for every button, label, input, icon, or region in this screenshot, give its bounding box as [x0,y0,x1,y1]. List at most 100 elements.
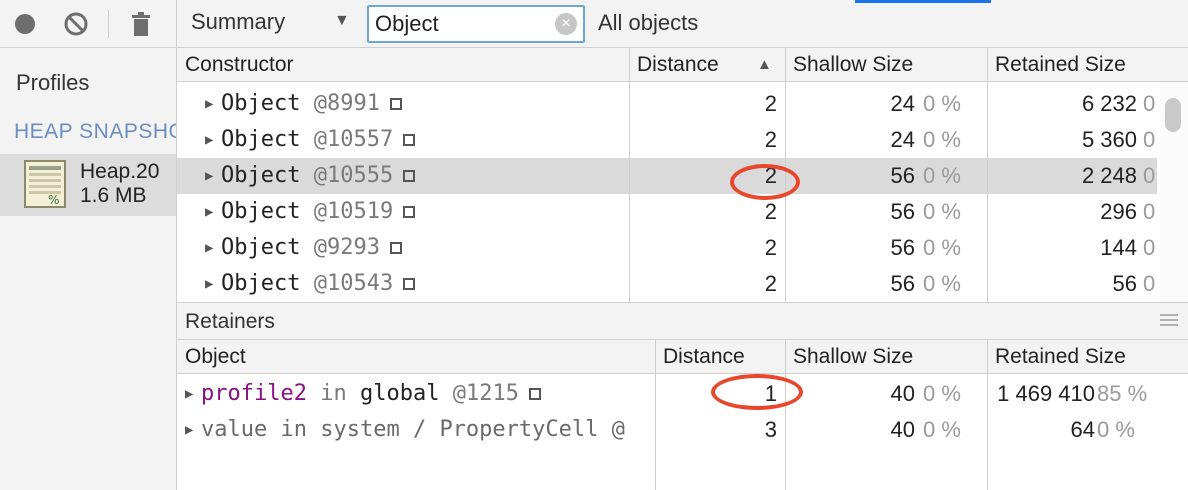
table-row[interactable]: ▶ Object @10557 2 24 0 % 5 360 0 [177,122,1157,158]
shallow-size-value: 56 [890,271,915,296]
distance-value: 2 [764,163,777,188]
object-filter-select[interactable]: All objects [598,10,698,36]
caret-down-icon[interactable]: ▼ [334,12,350,30]
main-toolbar: Summary ▼ × All objects [177,0,1188,48]
snapshot-size: 1.6 MB [80,184,147,207]
col-shallow-size[interactable]: Shallow Size [785,340,987,374]
col-distance[interactable]: Distance [655,340,785,374]
clear-filter-icon[interactable]: × [555,13,577,35]
retained-size-pct: 0 [1143,199,1156,224]
retained-size-value: 56 [1112,271,1137,296]
retainers-grid: Object Distance Shallow Size Retained Si… [177,340,1188,490]
object-name: Object [221,271,301,296]
distance-value: 2 [764,91,777,116]
expand-triangle-icon[interactable]: ▶ [185,376,201,412]
retainer-retained: 64 [1070,417,1095,442]
col-retained-size[interactable]: Retained Size [987,340,1188,374]
object-id: @9293 [313,235,380,260]
store-as-global-icon[interactable] [403,206,416,218]
retained-size-value: 6 232 [1081,91,1137,116]
object-name: Object [221,235,301,260]
profiles-sidebar: Profiles HEAP SNAPSHOTS % Heap.20 1.6 MB [0,48,177,490]
expand-triangle-icon[interactable]: ▶ [205,86,221,122]
active-tab-indicator [855,0,991,3]
expand-triangle-icon[interactable]: ▶ [185,412,201,448]
retainer-connector: in [280,417,307,442]
snapshot-name: Heap.20 [80,160,160,183]
retainer-distance: 1 [764,381,777,406]
expand-triangle-icon[interactable]: ▶ [205,122,221,158]
object-name: Object [221,91,301,116]
retainer-shallow: 40 [890,381,915,406]
col-shallow-size[interactable]: Shallow Size [785,48,987,82]
object-id: @8991 [313,91,380,116]
heap-snapshots-section[interactable]: HEAP SNAPSHOTS [14,120,176,144]
shallow-size-value: 24 [890,91,915,116]
table-row[interactable]: ▶ Object @10543 2 56 0 % 56 0 [177,266,1157,302]
table-row[interactable]: ▶ Object @10519 2 56 0 % 296 0 [177,194,1157,230]
store-as-global-icon[interactable] [389,98,402,110]
retainer-target: global [359,381,440,406]
object-id: @10555 [313,163,394,188]
retainer-row[interactable]: ▶ profile2 in global @1215 1 40 0 % 1 469… [177,376,1188,412]
menu-icon[interactable] [1160,313,1178,327]
retained-size-value: 2 248 [1081,163,1137,188]
object-name: Object [221,163,301,188]
retainer-id: @1215 [452,381,519,406]
expand-triangle-icon[interactable]: ▶ [205,194,221,230]
shallow-size-pct: 0 % [923,235,961,260]
retainer-shallow-pct: 0 % [923,417,961,442]
retainer-connector: in [320,381,347,406]
shallow-size-value: 56 [890,163,915,188]
store-as-global-icon[interactable] [403,134,416,146]
summary-rows: ▶ Object @8991 2 24 0 % 6 232 0 ▶ Object @10557 2… [177,82,1157,302]
clear-icon[interactable] [64,12,88,36]
toolbar-separator [108,10,109,38]
object-id: @10557 [313,127,394,152]
retainer-retained-pct: 0 % [1097,417,1135,442]
store-as-global-icon[interactable] [403,170,416,182]
distance-value: 2 [764,271,777,296]
table-row[interactable]: ▶ Object @9293 2 56 0 % 144 0 [177,230,1157,266]
left-toolbar [0,0,177,48]
class-filter-box[interactable]: × [367,5,585,43]
expand-triangle-icon[interactable]: ▶ [205,158,221,194]
record-icon[interactable] [13,12,37,36]
class-filter-input[interactable] [375,10,545,38]
retainers-bar: Retainers [177,302,1188,340]
snapshot-item[interactable]: % Heap.20 1.6 MB [0,154,176,216]
retainer-target: system / PropertyCell [320,417,599,442]
trash-icon[interactable] [129,12,153,36]
shallow-size-pct: 0 % [923,127,961,152]
retained-size-pct: 0 [1143,127,1156,152]
retainer-shallow: 40 [890,417,915,442]
retained-size-pct: 0 [1143,271,1156,296]
divider [629,48,630,302]
col-object[interactable]: Object [177,340,655,374]
sort-ascending-icon: ▲ [757,56,772,73]
divider [785,340,786,490]
retainer-row[interactable]: ▶ value in system / PropertyCell @ 3 40 0… [177,412,1188,448]
summary-grid: Constructor Distance ▲ Shallow Size Reta… [177,48,1188,302]
table-row[interactable]: ▶ Object @10555 2 56 0 % 2 248 0 [177,158,1157,194]
view-selector[interactable]: Summary [191,9,285,35]
retained-size-pct: 0 [1143,235,1156,260]
expand-triangle-icon[interactable]: ▶ [205,230,221,266]
store-as-global-icon[interactable] [403,278,416,290]
retainers-title: Retainers [185,310,275,333]
retainer-distance: 3 [764,417,777,442]
col-retained-size[interactable]: Retained Size [987,48,1188,82]
shallow-size-pct: 0 % [923,91,961,116]
col-distance[interactable]: Distance ▲ [629,48,785,82]
partial-row [177,70,629,82]
store-as-global-icon[interactable] [528,388,541,400]
table-row[interactable]: ▶ Object @8991 2 24 0 % 6 232 0 [177,86,1157,122]
shallow-size-value: 24 [890,127,915,152]
store-as-global-icon[interactable] [389,242,402,254]
retainer-retained-pct: 85 % [1097,381,1148,406]
expand-triangle-icon[interactable]: ▶ [205,266,221,302]
svg-text:%: % [48,193,59,207]
scrollbar-thumb[interactable] [1165,98,1181,132]
retainer-property: profile2 [201,381,307,406]
distance-value: 2 [764,127,777,152]
